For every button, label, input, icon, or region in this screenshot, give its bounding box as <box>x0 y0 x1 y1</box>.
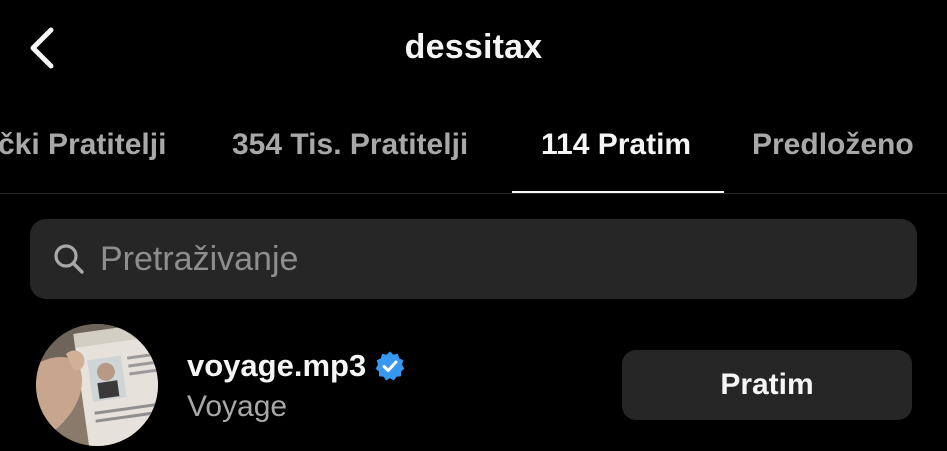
following-screen: dessitax čki Pratitelji 354 Tis. Pratite… <box>0 0 947 451</box>
full-name: Voyage <box>187 390 288 423</box>
search-input[interactable] <box>100 234 880 284</box>
avatar[interactable] <box>36 324 158 446</box>
tab-mutual-followers[interactable]: čki Pratitelji <box>0 128 166 162</box>
following-button[interactable]: Pratim <box>622 350 912 420</box>
tab-divider <box>0 193 947 194</box>
search-icon <box>54 244 84 274</box>
list-item[interactable]: voyage.mp3 Voyage Pratim <box>0 320 947 451</box>
avatar-image <box>36 324 158 446</box>
username[interactable]: voyage.mp3 <box>187 348 406 384</box>
page-title: dessitax <box>404 28 543 66</box>
username-text: voyage.mp3 <box>187 348 367 383</box>
tab-bar: čki Pratitelji 354 Tis. Pratitelji 114 P… <box>0 122 947 194</box>
tab-following[interactable]: 114 Pratim <box>541 128 691 162</box>
tab-suggested[interactable]: Predloženo <box>752 128 914 162</box>
tab-followers[interactable]: 354 Tis. Pratitelji <box>232 128 468 162</box>
verified-badge-icon <box>375 351 405 381</box>
search-bar[interactable] <box>30 219 917 299</box>
